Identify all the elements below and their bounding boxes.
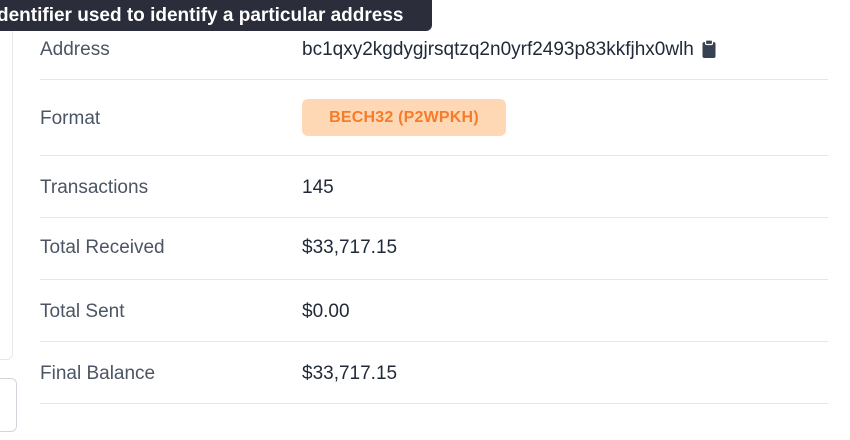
total-sent-value: $0.00	[302, 301, 350, 322]
tooltip: dentifier used to identify a particular …	[0, 0, 432, 31]
transactions-value: 145	[302, 177, 334, 198]
row-format: Format BECH32 (P2WPKH)	[40, 80, 828, 156]
row-transactions: Transactions 145	[40, 156, 828, 218]
transactions-label: Transactions	[40, 177, 149, 198]
address-details-page: Address bc1qxy2kgdygjrsqtzq2n0yrf2493p83…	[0, 0, 850, 440]
address-label: Address	[40, 39, 110, 60]
format-badge: BECH32 (P2WPKH)	[302, 99, 506, 136]
tooltip-text: dentifier used to identify a particular …	[0, 5, 404, 26]
clipboard-icon[interactable]	[702, 39, 716, 64]
total-received-value: $33,717.15	[302, 237, 398, 258]
address-info-table: Address bc1qxy2kgdygjrsqtzq2n0yrf2493p83…	[40, 20, 828, 404]
final-balance-value: $33,717.15	[302, 363, 398, 384]
address-value: bc1qxy2kgdygjrsqtzq2n0yrf2493p83kkfjhx0w…	[302, 39, 716, 64]
side-input-edge[interactable]	[0, 378, 17, 432]
final-balance-label: Final Balance	[40, 363, 156, 384]
row-total-received: Total Received $33,717.15	[40, 218, 828, 280]
side-panel-edge	[0, 20, 13, 360]
row-total-sent: Total Sent $0.00	[40, 280, 828, 342]
address-text: bc1qxy2kgdygjrsqtzq2n0yrf2493p83kkfjhx0w…	[302, 39, 694, 60]
total-received-label: Total Received	[40, 237, 165, 258]
format-label: Format	[40, 108, 101, 129]
total-sent-label: Total Sent	[40, 301, 125, 322]
row-final-balance: Final Balance $33,717.15	[40, 342, 828, 404]
